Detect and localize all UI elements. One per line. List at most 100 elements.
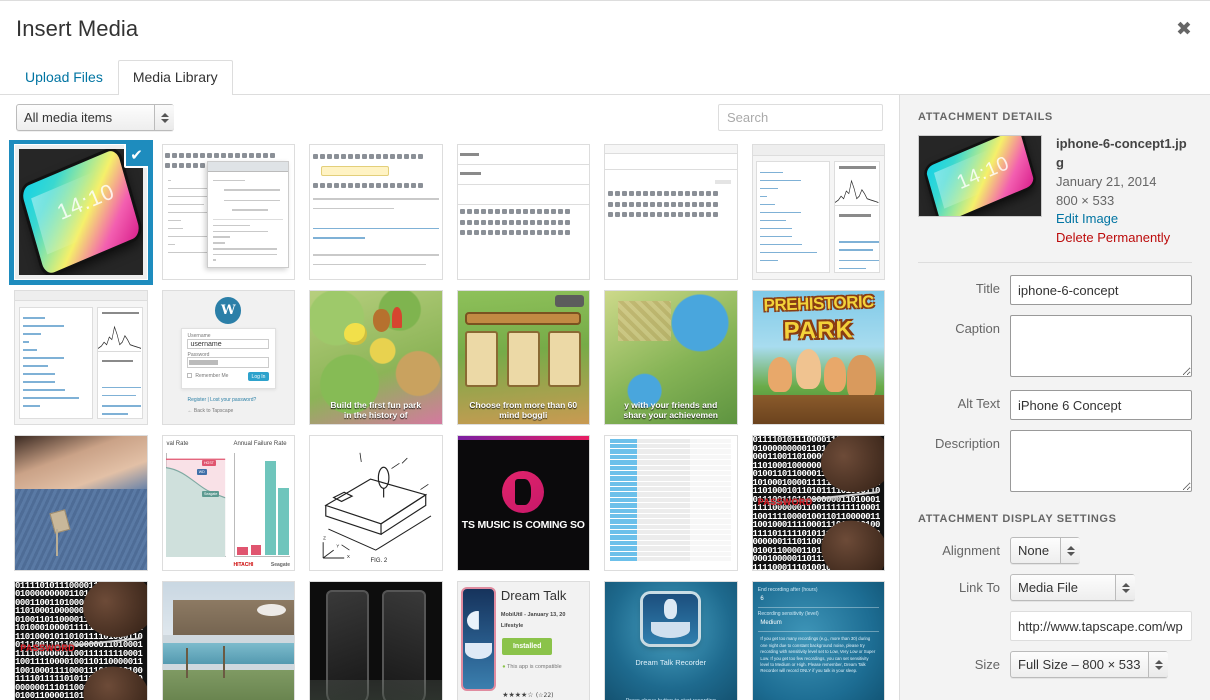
media-thumbnail[interactable]: 0111101011100001100110011001000000000110… [14, 580, 148, 700]
size-label: Size [974, 657, 1000, 673]
thumbnail-art: y with your friends and share your achiev… [605, 290, 737, 424]
thumbnail-art: 0111101011100001100110011001000000000110… [15, 581, 147, 700]
edit-image-link[interactable]: Edit Image [1056, 210, 1192, 229]
alt-text-label: Alt Text [957, 396, 1000, 412]
media-thumbnail[interactable] [14, 435, 148, 571]
thumbnail-art [162, 581, 294, 700]
field-title: Title [918, 275, 1192, 306]
link-url-label [918, 611, 1010, 617]
field-link-url [918, 611, 1192, 642]
media-thumbnail[interactable]: y with your friends and share your achiev… [604, 289, 738, 425]
caption-textarea[interactable] [1010, 315, 1192, 378]
thumbnail-art [457, 145, 589, 279]
attachment-details-heading: ATTACHMENT DETAILS [918, 111, 1053, 123]
media-filter-wrap: All media items [16, 104, 174, 131]
media-thumbnail[interactable] [309, 144, 443, 280]
attachment-preview-thumbnail[interactable]: 14:10 [918, 135, 1042, 217]
field-caption: Caption [918, 315, 1192, 380]
media-library-pane: All media items 14:10✔ [0, 95, 900, 700]
attachment-display-settings-heading: ATTACHMENT DISPLAY SETTINGS [918, 513, 1117, 526]
attachment-meta: iphone-6-concept1.jpg January 21, 2014 8… [1056, 135, 1192, 248]
media-thumbnail[interactable] [161, 580, 295, 700]
check-icon: ✔ [123, 144, 148, 168]
media-thumbnail[interactable] [161, 144, 295, 280]
modal-tabs: Upload Files Media Library [0, 57, 1210, 95]
media-thumbnail[interactable]: Z X Y FIG. 2 [309, 435, 443, 571]
media-thumbnail[interactable] [309, 580, 443, 700]
thumbnail-art: End recording after (hours) 6 Recording … [752, 581, 884, 700]
modal-body: All media items 14:10✔ [0, 95, 1210, 700]
media-thumbnail[interactable] [604, 144, 738, 280]
thumbnail-art: Dream Talk MobiUtil - January 13, 20 Lif… [457, 581, 589, 700]
sidebar-divider [918, 262, 1192, 264]
thumbnail-art [15, 290, 147, 424]
alt-text-input[interactable] [1010, 390, 1192, 421]
alignment-label: Alignment [942, 543, 1000, 559]
media-thumbnail-selected[interactable]: 14:10 ✔ [14, 144, 148, 280]
media-thumbnail[interactable]: 0111101011100001100110011001000000000110… [751, 435, 885, 571]
thumbnail-art: 0111101011100001100110011001000000000110… [752, 436, 884, 570]
media-thumbnail[interactable]: Choose from more than 60 mind boggli [456, 289, 590, 425]
field-alt-text: Alt Text [918, 390, 1192, 421]
thumbnail-art: PREHISTORIC PARK [752, 290, 884, 424]
size-select-wrap: Full Size – 800 × 533 [1010, 651, 1168, 679]
delete-permanently-link[interactable]: Delete Permanently [1056, 229, 1192, 248]
thumbnail-art [605, 145, 737, 279]
thumbnail-art: Dream Talk Recorder Press above button t… [605, 581, 737, 700]
media-thumbnail[interactable]: End recording after (hours) 6 Recording … [751, 580, 885, 700]
media-thumbnail[interactable]: W Username username Password Remember Me… [161, 289, 295, 425]
media-grid-scroll[interactable]: 14:10 ✔ W Username username Password Rem… [0, 140, 899, 700]
modal-title-bar: Insert Media ✖ [0, 1, 1210, 57]
thumbnail-art [310, 581, 442, 700]
media-thumbnail[interactable] [751, 144, 885, 280]
media-thumbnail[interactable]: Dream Talk MobiUtil - January 13, 20 Lif… [456, 580, 590, 700]
media-grid: 14:10 ✔ W Username username Password Rem… [6, 140, 893, 700]
media-thumbnail[interactable]: TS MUSIC IS COMING SO [456, 435, 590, 571]
field-description: Description [918, 430, 1192, 495]
size-select[interactable]: Full Size – 800 × 533 [1010, 651, 1168, 679]
attachment-date: January 21, 2014 [1056, 173, 1157, 189]
svg-text:Y: Y [336, 543, 339, 548]
thumbnail-art [605, 436, 737, 570]
media-thumbnail[interactable] [604, 435, 738, 571]
description-label: Description [934, 436, 1000, 452]
media-thumbnail[interactable] [14, 289, 148, 425]
media-thumbnail[interactable]: Build the first fun park in the history o… [309, 289, 443, 425]
thumbnail-art: TS MUSIC IS COMING SO [457, 436, 589, 570]
svg-text:Z: Z [323, 536, 326, 541]
alignment-select-wrap: None [1010, 537, 1080, 565]
svg-text:X: X [347, 554, 350, 559]
library-toolbar: All media items [0, 95, 899, 140]
tab-upload-files[interactable]: Upload Files [10, 60, 118, 95]
thumbnail-art: Z X Y FIG. 2 [310, 436, 442, 570]
page-title: Insert Media [16, 15, 139, 41]
caption-label: Caption [955, 321, 1000, 337]
field-size: Size Full Size – 800 × 533 [918, 651, 1192, 679]
media-thumbnail[interactable]: PREHISTORIC PARK [751, 289, 885, 425]
thumbnail-art: W Username username Password Remember Me… [162, 290, 294, 424]
alignment-select[interactable]: None [1010, 537, 1080, 565]
field-link-to: Link To Media File [918, 574, 1192, 602]
attachment-filename: iphone-6-concept1.jpg [1056, 136, 1187, 170]
link-to-label: Link To [959, 580, 1000, 596]
insert-media-modal: Insert Media ✖ Upload Files Media Librar… [0, 0, 1210, 700]
thumbnail-art [15, 436, 147, 570]
attachment-dimensions: 800 × 533 [1056, 192, 1115, 208]
media-thumbnail[interactable] [456, 144, 590, 280]
thumbnail-art: 14:10 [19, 149, 143, 275]
close-icon[interactable]: ✖ [1166, 11, 1202, 47]
description-textarea[interactable] [1010, 430, 1192, 493]
thumbnail-art [162, 145, 294, 279]
link-url-input[interactable] [1010, 611, 1192, 642]
media-filter-select[interactable]: All media items [16, 104, 174, 131]
media-thumbnail[interactable]: Dream Talk Recorder Press above button t… [604, 580, 738, 700]
tab-media-library[interactable]: Media Library [117, 59, 233, 95]
thumbnail-art [752, 145, 884, 279]
attachment-sidebar: ATTACHMENT DETAILS 14:10 iphone-6-concep… [900, 95, 1210, 700]
attachment-summary: 14:10 iphone-6-concept1.jpg January 21, … [918, 135, 1192, 248]
title-input[interactable] [1010, 275, 1192, 306]
link-to-select[interactable]: Media File [1010, 574, 1135, 602]
media-thumbnail[interactable]: val Rate Annual Failure Rate HGST WD Sea… [161, 435, 295, 571]
search-input[interactable] [718, 104, 883, 131]
field-alignment: Alignment None [918, 537, 1192, 565]
